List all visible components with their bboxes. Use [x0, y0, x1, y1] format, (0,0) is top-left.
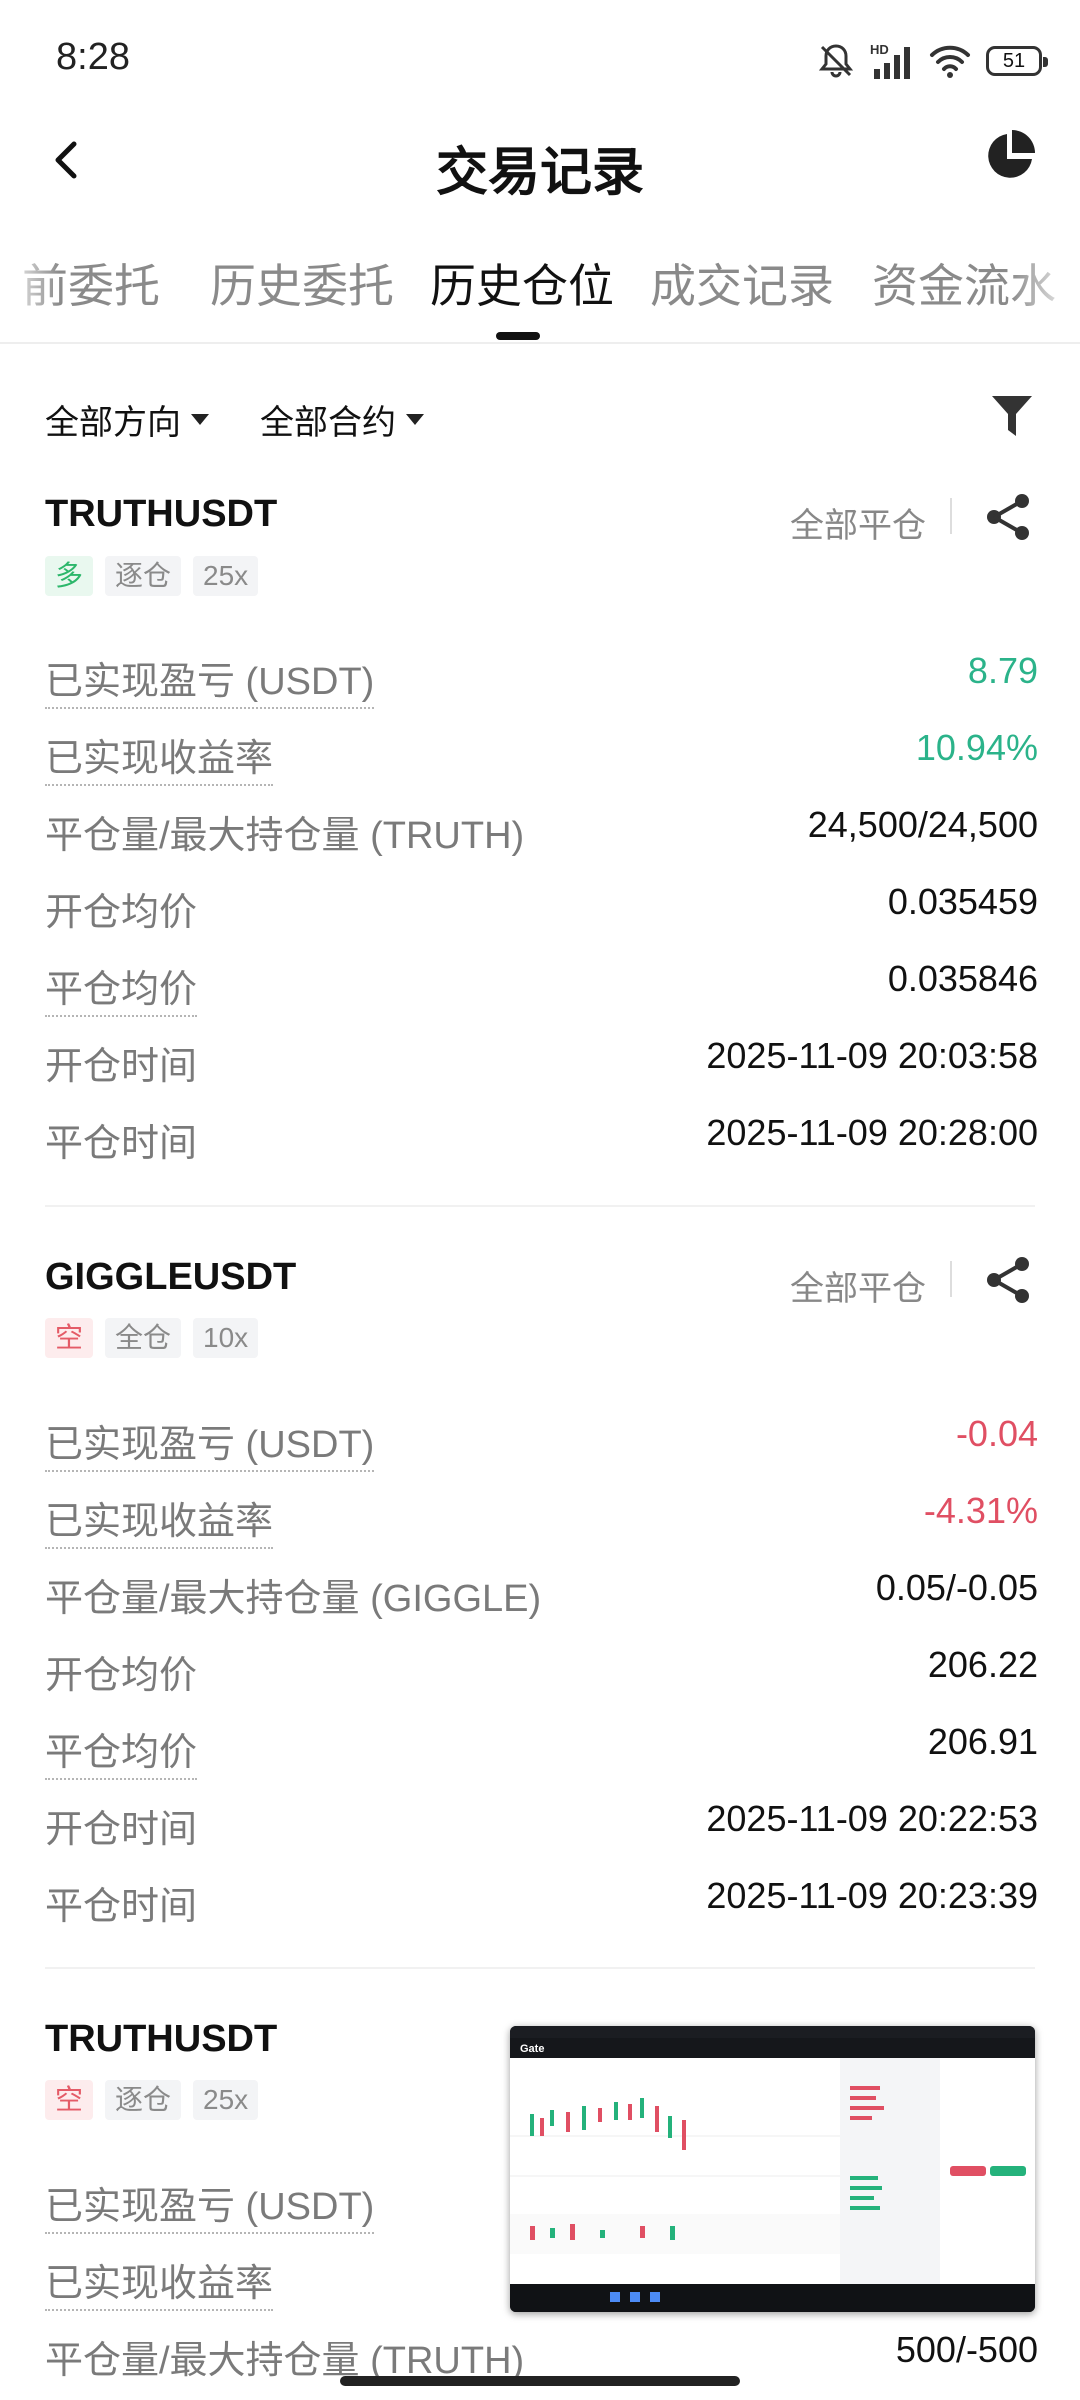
share-icon: [987, 1257, 1029, 1303]
close-time-label: 平仓时间: [45, 1123, 198, 1165]
share-button[interactable]: [984, 1255, 1032, 1305]
realized-roi-label[interactable]: 已实现收益率: [45, 727, 274, 786]
position-symbol: TRUTHUSDT: [45, 2018, 278, 2060]
tab-order-history[interactable]: 历史委托: [210, 250, 394, 310]
close-price-label[interactable]: 平仓均价: [45, 1721, 198, 1780]
realized-pnl-value: 8.79: [967, 650, 1038, 691]
close-volume-label: 平仓量/最大持仓量 (TRUTH): [45, 815, 525, 857]
open-time-label: 开仓时间: [45, 1046, 198, 1088]
direction-filter-label: 全部方向: [45, 404, 181, 442]
leverage-tag: 25x: [193, 2080, 259, 2120]
close-volume-value: 500/-500: [895, 2329, 1038, 2370]
status-time: 8:28: [56, 36, 130, 78]
tab-fade-left: [0, 245, 60, 315]
open-price-value: 206.22: [927, 1644, 1038, 1685]
realized-roi-value: 10.94%: [915, 727, 1038, 768]
active-tab-indicator: [496, 332, 540, 340]
close-volume-label: 平仓量/最大持仓量 (GIGGLE): [45, 1578, 542, 1620]
funnel-icon: [992, 396, 1032, 436]
direction-filter[interactable]: 全部方向: [45, 395, 209, 444]
caret-down-icon: [191, 414, 209, 425]
realized-roi-label[interactable]: 已实现收益率: [45, 1490, 274, 1549]
close-all-button[interactable]: 全部平仓: [790, 1261, 926, 1310]
margin-mode-tag: 全仓: [105, 1318, 182, 1358]
share-button[interactable]: [984, 492, 1032, 542]
position-symbol: TRUTHUSDT: [45, 493, 278, 535]
open-time-label: 开仓时间: [45, 1809, 198, 1851]
realized-pnl-label[interactable]: 已实现盈亏 (USDT): [45, 2175, 375, 2234]
side-tag: 多: [45, 556, 94, 596]
open-time-value: 2025-11-09 20:22:53: [706, 1798, 1038, 1839]
action-separator: [950, 498, 952, 534]
close-volume-value: 0.05/-0.05: [875, 1567, 1038, 1608]
open-price-value: 0.035459: [887, 881, 1038, 922]
close-time-value: 2025-11-09 20:23:39: [706, 1875, 1038, 1916]
card-divider: [45, 1967, 1035, 1969]
status-icons: HD 51: [816, 36, 1048, 86]
tab-bar: 前委托 历史委托 历史仓位 成交记录 资金流水: [0, 250, 1080, 310]
tab-position-history[interactable]: 历史仓位: [430, 250, 614, 310]
close-all-button[interactable]: 全部平仓: [790, 498, 926, 547]
realized-roi-value: -4.31%: [923, 1490, 1038, 1531]
share-icon: [987, 494, 1029, 540]
battery-level: 51: [1002, 49, 1026, 72]
open-price-label: 开仓均价: [45, 892, 198, 934]
close-price-label[interactable]: 平仓均价: [45, 958, 198, 1017]
pie-chart-icon: [988, 130, 1035, 178]
position-symbol: GIGGLEUSDT: [45, 1256, 297, 1298]
tab-trade-history[interactable]: 成交记录: [650, 250, 834, 310]
screenshot-thumbnail[interactable]: Gate: [510, 2026, 1035, 2312]
signal-icon: HD: [870, 42, 910, 79]
leverage-tag: 25x: [193, 556, 259, 596]
contract-filter-label: 全部合约: [260, 404, 396, 442]
network-label: HD: [870, 42, 889, 57]
caret-down-icon: [406, 414, 424, 425]
filter-button[interactable]: [990, 392, 1034, 440]
close-time-label: 平仓时间: [45, 1886, 198, 1928]
home-indicator[interactable]: [340, 2376, 740, 2386]
action-separator: [950, 1261, 952, 1297]
close-time-value: 2025-11-09 20:28:00: [706, 1112, 1038, 1153]
side-tag: 空: [45, 1318, 94, 1358]
leverage-tag: 10x: [193, 1318, 259, 1358]
margin-mode-tag: 逐仓: [105, 2080, 182, 2120]
margin-mode-tag: 逐仓: [105, 556, 182, 596]
realized-pnl-label[interactable]: 已实现盈亏 (USDT): [45, 650, 375, 709]
statistics-button[interactable]: [982, 128, 1038, 184]
open-time-value: 2025-11-09 20:03:58: [706, 1035, 1038, 1076]
battery-icon: 51: [986, 46, 1048, 76]
open-price-label: 开仓均价: [45, 1655, 198, 1697]
wifi-icon: [930, 45, 970, 78]
close-price-value: 206.91: [927, 1721, 1038, 1762]
realized-roi-label[interactable]: 已实现收益率: [45, 2252, 274, 2311]
tabs-divider: [0, 342, 1080, 344]
tab-fade-right: [1010, 245, 1080, 315]
mute-bell-icon: [818, 44, 854, 78]
trading-screenshot-preview: Gate: [510, 2026, 1035, 2312]
realized-pnl-label[interactable]: 已实现盈亏 (USDT): [45, 1413, 375, 1472]
card-divider: [45, 1205, 1035, 1207]
contract-filter[interactable]: 全部合约: [260, 395, 424, 444]
close-price-value: 0.035846: [887, 958, 1038, 999]
realized-pnl-value: -0.04: [955, 1413, 1038, 1454]
side-tag: 空: [45, 2080, 94, 2120]
page-title: 交易记录: [435, 144, 644, 202]
close-volume-value: 24,500/24,500: [807, 804, 1038, 845]
thumbnail-logo: Gate: [520, 2043, 544, 2055]
